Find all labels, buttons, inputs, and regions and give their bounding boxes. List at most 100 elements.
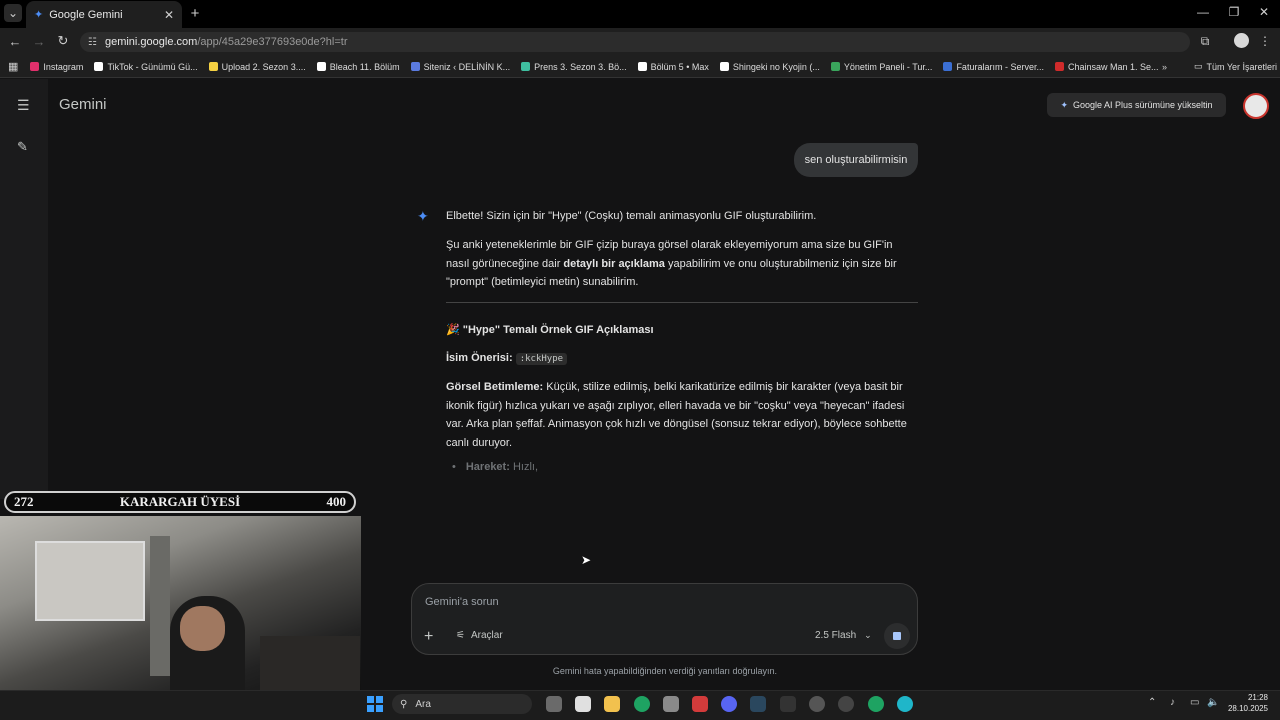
search-icon: ⚲ xyxy=(400,698,408,710)
forward-icon[interactable]: → xyxy=(32,34,46,49)
close-tab-icon[interactable]: ✕ xyxy=(164,8,174,22)
app-brand: Gemini xyxy=(59,96,107,113)
file-explorer-icon[interactable] xyxy=(604,696,620,712)
tools-button[interactable]: ⚟ Araçlar xyxy=(456,630,503,641)
bookmark-label: Faturalarım - Server... xyxy=(956,61,1044,72)
bookmark-label: TikTok - Günümü Gü... xyxy=(107,61,198,72)
name-code: :kckHype xyxy=(515,353,568,365)
tab-search-icon[interactable]: ⌄ xyxy=(4,4,22,22)
menu-kebab-icon[interactable]: ⋮ xyxy=(1259,34,1271,48)
chrome-icon[interactable] xyxy=(634,696,650,712)
bullet-text: Hızlı, xyxy=(509,461,539,473)
sidebar: ☰ ✎ xyxy=(0,79,48,499)
name-label: İsim Önerisi: xyxy=(446,352,513,364)
prompt-input[interactable]: Gemini'a sorun xyxy=(425,596,499,608)
taskbar-search[interactable]: ⚲ Ara xyxy=(392,694,532,714)
response-paragraph-2: Şu anki yeteneklerimle bir GIF çizip bur… xyxy=(446,236,918,292)
bookmark-item[interactable]: Yönetim Paneli - Tur... xyxy=(830,61,933,72)
bookmark-favicon-icon xyxy=(410,62,420,71)
reload-icon[interactable]: ↻ xyxy=(56,33,70,48)
bookmark-favicon-icon xyxy=(1054,62,1064,71)
address-field[interactable]: ☷ gemini.google.com/app/45a29e377693e0de… xyxy=(80,32,1190,52)
door-frame xyxy=(150,536,170,676)
task-view-icon[interactable] xyxy=(546,696,562,712)
bookmark-favicon-icon xyxy=(830,62,840,71)
overlay-title: KARARGAH ÜYESİ xyxy=(119,494,241,509)
windows-start-icon[interactable] xyxy=(367,696,383,712)
discord-icon[interactable] xyxy=(721,696,737,712)
response-paragraph-1: Elbette! Sizin için bir "Hype" (Coşku) t… xyxy=(446,210,817,222)
profile-avatar[interactable] xyxy=(1234,33,1249,48)
close-window-icon[interactable]: ✕ xyxy=(1257,5,1271,19)
bookmark-item[interactable]: Prens 3. Sezon 3. Bö... xyxy=(521,62,627,72)
bookmark-favicon-icon xyxy=(943,62,953,71)
bookmark-item[interactable]: Bölüm 5 • Max xyxy=(637,62,709,72)
bookmark-item[interactable]: Faturalarım - Server... xyxy=(943,62,1044,72)
apps-grid-icon[interactable]: ▦ xyxy=(8,60,18,73)
network-icon[interactable]: ▭ xyxy=(1190,697,1199,708)
prompt-box xyxy=(411,583,918,655)
chatgpt-icon[interactable] xyxy=(809,696,825,712)
new-chat-icon[interactable]: ✎ xyxy=(17,139,28,155)
bookmark-favicon-icon xyxy=(208,62,218,71)
restore-icon[interactable]: ❐ xyxy=(1227,5,1241,19)
extensions-icon[interactable]: ⧉ xyxy=(1198,34,1212,48)
bookmarks-bar: ▦ Instagram TikTok - Günümü Gü... Upload 2… xyxy=(0,56,1280,78)
url-path: /app/45a29e377693e0de?hl=tr xyxy=(197,36,348,48)
epic-games-icon[interactable] xyxy=(780,696,796,712)
divider xyxy=(446,302,918,303)
more-bookmarks-icon[interactable]: » xyxy=(1162,62,1167,72)
bookmark-item[interactable]: Instagram xyxy=(30,62,83,72)
new-tab-icon[interactable]: + xyxy=(188,5,202,22)
chevron-down-icon: ⌄ xyxy=(864,630,872,640)
face xyxy=(180,606,225,651)
section-title: "Hype" Temalı Örnek GIF Açıklaması xyxy=(462,324,654,336)
overlay-right-value: 400 xyxy=(326,494,346,509)
bookmark-item[interactable]: Bleach 11. Bölüm xyxy=(316,62,400,72)
mouse-cursor: ➤ xyxy=(581,553,592,567)
p2-bold: detaylı bir açıklama xyxy=(563,257,665,270)
gemini-favicon-icon: ✦ xyxy=(34,9,44,21)
steam-icon[interactable] xyxy=(750,696,766,712)
model-label: 2.5 Flash xyxy=(815,630,857,641)
tab-gemini[interactable]: ✦ Google Gemini ✕ xyxy=(26,1,182,28)
chrome-icon-2[interactable] xyxy=(868,696,884,712)
bullet: • xyxy=(452,461,456,473)
bookmark-item[interactable]: TikTok - Günümü Gü... xyxy=(94,61,198,72)
clock-time: 21:28 xyxy=(1247,693,1268,702)
upgrade-button[interactable]: ✦ Google AI Plus sürümüne yükseltin xyxy=(1047,93,1226,117)
upgrade-label: Google AI Plus sürümüne yükseltin xyxy=(1072,100,1213,110)
tray-chevron-icon[interactable]: ⌃ xyxy=(1148,697,1156,708)
bookmark-label: Yönetim Paneli - Tur... xyxy=(843,61,933,72)
volume-icon[interactable]: 🔈 xyxy=(1207,697,1219,708)
all-bookmarks-folder[interactable]: ▭ Tüm Yer İşaretleri xyxy=(1194,61,1277,72)
bookmark-favicon-icon xyxy=(521,62,531,71)
bookmark-favicon-icon xyxy=(637,62,647,71)
bookmark-item[interactable]: Siteniz ‹ DELİNİN K... xyxy=(410,62,510,72)
stop-button[interactable] xyxy=(884,623,910,649)
main-menu-icon[interactable]: ☰ xyxy=(17,97,30,114)
app-icon-3[interactable] xyxy=(838,696,854,712)
account-avatar[interactable] xyxy=(1243,93,1269,119)
site-info-icon[interactable]: ☷ xyxy=(88,37,97,48)
desc-label: Görsel Betimleme: xyxy=(446,381,544,393)
bookmark-item[interactable]: Chainsaw Man 1. Se... xyxy=(1054,62,1159,72)
back-icon[interactable]: ← xyxy=(8,34,22,49)
section-heading: 🎉 "Hype" Temalı Örnek GIF Açıklaması xyxy=(446,321,918,340)
stop-icon xyxy=(893,632,901,640)
bookmark-item[interactable]: Shingeki no Kyojin (... xyxy=(719,61,820,72)
minimize-icon[interactable]: — xyxy=(1196,5,1210,19)
add-icon[interactable]: + xyxy=(424,628,433,646)
bookmark-label: Shingeki no Kyojin (... xyxy=(732,61,820,72)
microphone-icon[interactable]: ♪ xyxy=(1170,697,1175,708)
overlay-left-value: 272 xyxy=(14,494,34,509)
model-selector[interactable]: 2.5 Flash ⌄ xyxy=(815,630,872,641)
bookmark-favicon-icon xyxy=(94,62,104,71)
app-icon-4[interactable] xyxy=(897,696,913,712)
app-icon-2[interactable] xyxy=(692,696,708,712)
clock[interactable]: 21:28 28.10.2025 xyxy=(1228,692,1268,714)
app-icon-1[interactable] xyxy=(663,696,679,712)
bookmark-item[interactable]: Upload 2. Sezon 3.... xyxy=(208,62,306,72)
bookmark-label: Instagram xyxy=(43,61,84,72)
store-icon[interactable] xyxy=(575,696,591,712)
